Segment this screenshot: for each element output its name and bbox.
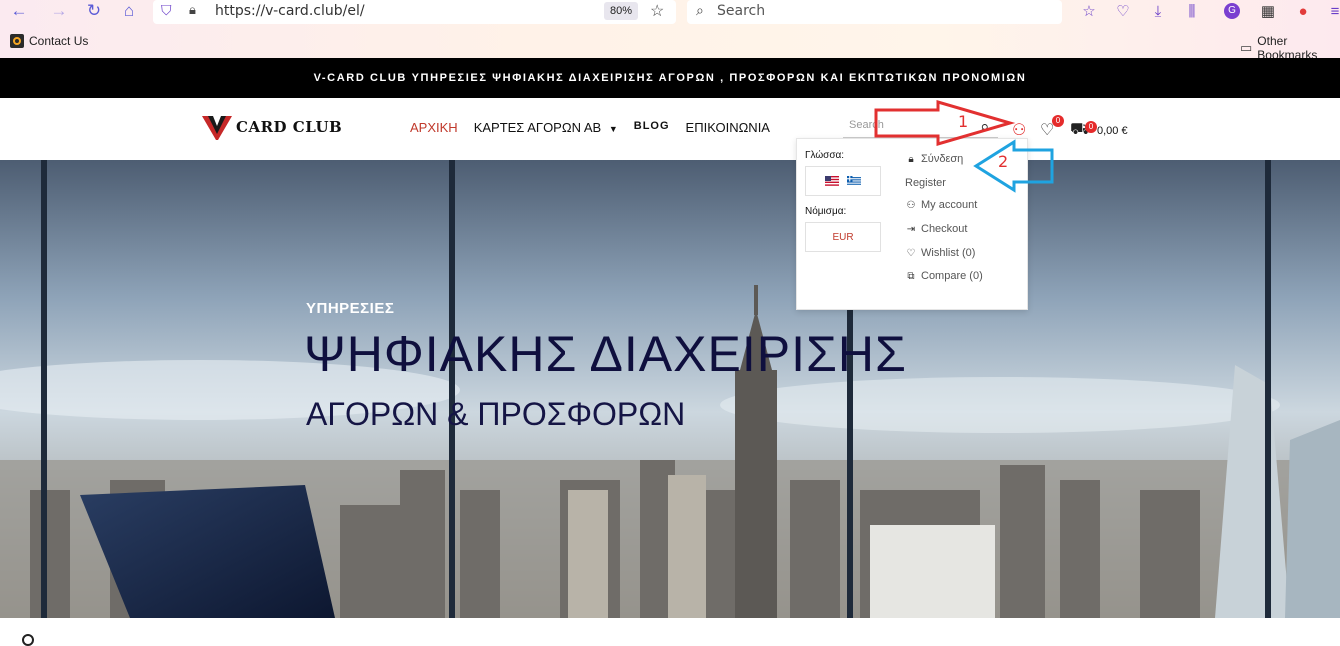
menu-item-blog[interactable]: BLOG (634, 120, 670, 135)
menu-item-contact[interactable]: ΕΠΙΚΟΙΝΩΝΙΑ (686, 120, 770, 135)
profile-avatar[interactable]: G (1224, 3, 1240, 19)
checkout-link[interactable]: ⇥ Checkout (905, 223, 968, 235)
browser-toolbar: ← → ↻ ⌂ ⛉ 🔒︎ https://v-card.club/el/ 80%… (0, 0, 1340, 62)
library-icon[interactable]: ⫼ (1181, 0, 1203, 22)
currency-selector[interactable]: EUR (805, 222, 881, 252)
pocket-icon[interactable]: ♡ (1112, 0, 1134, 22)
wishlist-count-badge: 0 (1052, 115, 1064, 127)
site-search-input[interactable]: Search (843, 116, 998, 138)
joomla-icon (10, 34, 24, 48)
hero-eyebrow: ΥΠΗΡΕΣΙΕΣ (306, 300, 395, 317)
folder-icon: ▭ (1240, 40, 1253, 55)
scroll-indicator-icon (22, 634, 34, 646)
site-header: CARD CLUB ΑΡΧΙΚΗ ΚΑΡΤΕΣ ΑΓΟΡΩΝ ΑΒ ▼ BLOG… (0, 98, 1340, 160)
bookmark-label: Contact Us (29, 34, 89, 48)
menu-item-cards[interactable]: ΚΑΡΤΕΣ ΑΓΟΡΩΝ ΑΒ ▼ (474, 120, 618, 135)
compare-link[interactable]: ⧉ Compare (0) (905, 270, 983, 282)
hero-banner: ΥΠΗΡΕΣΙΕΣ ΨΗΦΙΑΚΗΣ ΔΙΑΧΕΙΡΙΣΗΣ ΑΓΟΡΩΝ & … (0, 160, 1340, 618)
qr-code-icon[interactable]: ▦ (1257, 0, 1279, 22)
lock-icon[interactable]: 🔒︎ (189, 2, 196, 18)
back-arrow-icon[interactable]: ← (6, 0, 32, 22)
download-icon[interactable]: ⤓ (1147, 0, 1169, 22)
register-link[interactable]: Register (905, 177, 946, 189)
address-bar[interactable]: ⛉ 🔒︎ https://v-card.club/el/ 80% ☆ (153, 0, 676, 24)
checkout-icon: ⇥ (906, 223, 916, 235)
user-account-icon[interactable]: ⚇ (1012, 120, 1026, 140)
site-logo[interactable]: CARD CLUB (202, 114, 342, 140)
cart-total[interactable]: 0,00 € (1097, 125, 1128, 137)
chevron-down-icon: ▼ (608, 124, 618, 134)
hero-title: ΨΗΦΙΑΚΗΣ ΔΙΑΧΕΙΡΙΣΗΣ (304, 326, 907, 382)
promo-bar: V-CARD CLUB ΥΠΗΡΕΣΙΕΣ ΨΗΦΙΑΚΗΣ ΔΙΑΧΕΙΡΙΣ… (0, 58, 1340, 98)
login-label: Σύνδεση (921, 153, 964, 165)
main-menu: ΑΡΧΙΚΗ ΚΑΡΤΕΣ ΑΓΟΡΩΝ ΑΒ ▼ BLOG ΕΠΙΚΟΙΝΩΝ… (410, 120, 770, 135)
annotation-step-1: 1 (958, 112, 969, 131)
heart-icon: ♡ (906, 247, 916, 259)
reading-list-icon[interactable]: ☆ (1078, 0, 1100, 22)
shield-icon[interactable]: ⛉ (161, 2, 172, 19)
url-text: https://v-card.club/el/ (215, 3, 365, 19)
bookmark-contact-us[interactable]: Contact Us (10, 34, 88, 48)
extension-tomato-icon[interactable]: ● (1292, 0, 1314, 22)
forward-arrow-icon[interactable]: → (46, 0, 72, 22)
home-icon[interactable]: ⌂ (116, 0, 142, 22)
wishlist-link[interactable]: ♡ Wishlist (0) (905, 247, 976, 259)
us-flag-icon[interactable] (825, 176, 839, 186)
menu-item-cards-label: ΚΑΡΤΕΣ ΑΓΟΡΩΝ ΑΒ (473, 120, 602, 135)
logo-text: CARD CLUB (236, 118, 343, 136)
language-selector[interactable] (805, 166, 881, 196)
my-account-label: My account (921, 199, 978, 211)
browser-search-field[interactable]: ⌕ Search (687, 0, 1062, 24)
greek-flag-icon[interactable] (847, 176, 861, 186)
reload-icon[interactable]: ↻ (81, 0, 107, 22)
login-link[interactable]: 🔒︎ Σύνδεση (905, 153, 963, 165)
wishlist-label: Wishlist (0) (921, 247, 976, 259)
bookmark-star-icon[interactable]: ☆ (650, 1, 664, 21)
v-logo-icon (202, 116, 232, 140)
city-skyline-image (0, 160, 1340, 618)
lock-icon: 🔒︎ (908, 153, 914, 165)
my-account-link[interactable]: ⚇ My account (905, 199, 978, 211)
site-search-icon[interactable]: ⌕ (980, 117, 990, 137)
browser-search-placeholder: Search (717, 3, 766, 19)
checkout-label: Checkout (921, 223, 968, 235)
account-dropdown: Γλώσσα: Νόμισμα: EUR 🔒︎ Σύνδεση Register… (796, 138, 1028, 310)
menu-hamburger-icon[interactable]: ≡ (1324, 0, 1340, 22)
language-label: Γλώσσα: (805, 150, 845, 161)
currency-label: Νόμισμα: (805, 206, 847, 217)
compare-icon: ⧉ (907, 270, 915, 282)
zoom-level-badge[interactable]: 80% (604, 2, 638, 20)
compare-label: Compare (0) (921, 270, 983, 282)
menu-item-home[interactable]: ΑΡΧΙΚΗ (410, 120, 458, 135)
page-bottom-strip (0, 618, 1340, 646)
annotation-step-2: 2 (998, 152, 1009, 171)
hero-subtitle: ΑΓΟΡΩΝ & ΠΡΟΣΦΟΡΩΝ (306, 396, 686, 432)
cart-count-badge: 0 (1085, 121, 1097, 133)
user-icon: ⚇ (906, 199, 916, 211)
search-icon: ⌕ (696, 2, 704, 18)
